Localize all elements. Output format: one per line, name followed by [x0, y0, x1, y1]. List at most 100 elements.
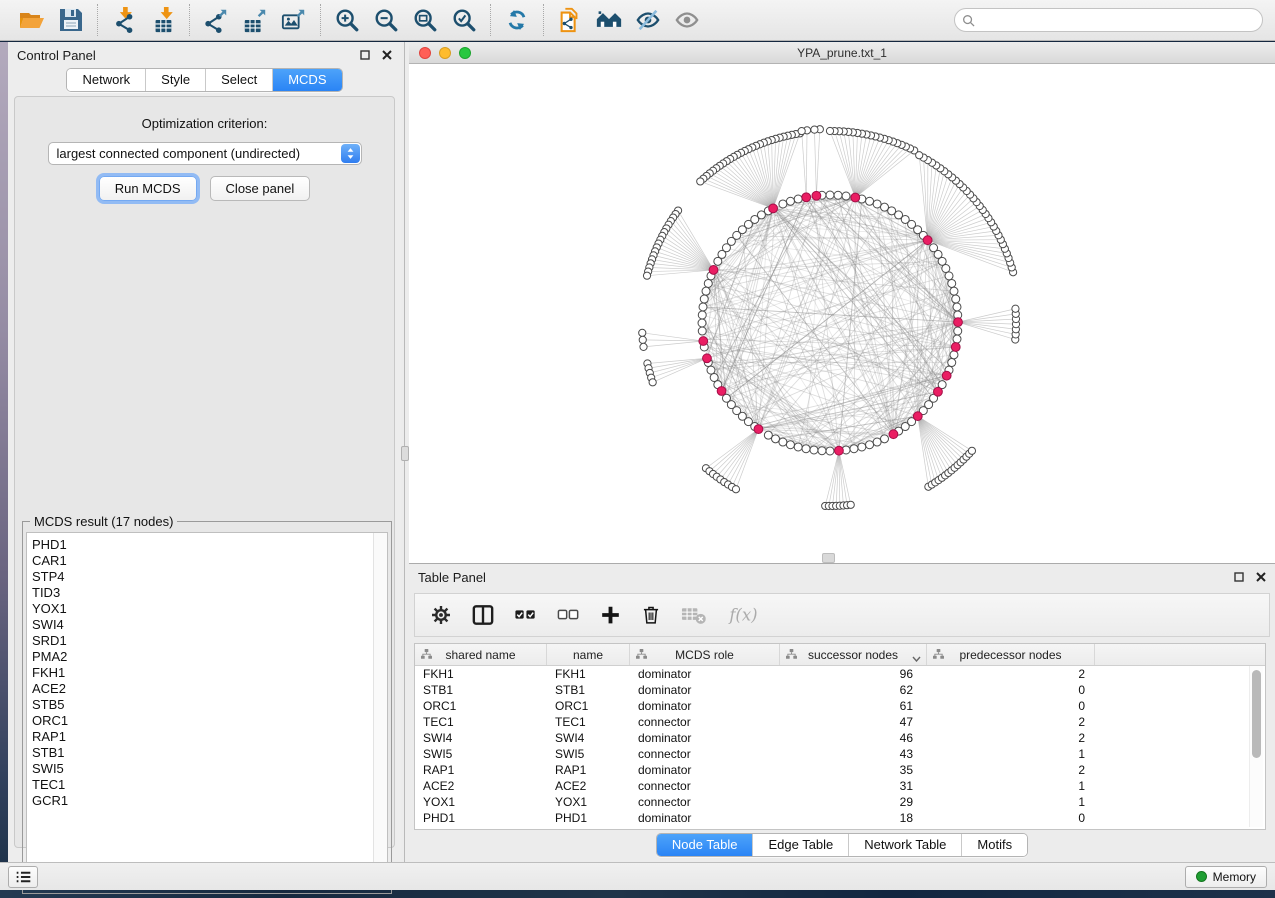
mcds-result-item[interactable]: STB5 [32, 697, 373, 713]
panel-splitter[interactable] [401, 42, 409, 862]
mcds-result-item[interactable]: CAR1 [32, 553, 373, 569]
window-close-button[interactable] [419, 47, 431, 59]
export-table-icon[interactable] [240, 5, 270, 35]
delete-row-icon[interactable] [641, 603, 661, 627]
task-history-button[interactable] [8, 866, 38, 888]
table-scrollbar[interactable] [1249, 666, 1263, 827]
table-cell: FKH1 [547, 667, 630, 681]
network-graph[interactable] [409, 64, 1275, 564]
tab-select[interactable]: Select [205, 69, 272, 91]
column-header-name[interactable]: name [547, 644, 630, 665]
network-canvas[interactable] [409, 64, 1275, 564]
table-cell: 18 [780, 811, 927, 825]
refresh-icon[interactable] [502, 5, 532, 35]
search-box[interactable] [954, 8, 1263, 32]
import-network-icon[interactable] [109, 5, 139, 35]
select-all-icon[interactable] [514, 603, 537, 627]
table-row[interactable]: FKH1FKH1dominator962 [415, 666, 1265, 682]
desktop-wallpaper-left [0, 42, 8, 862]
tab-network[interactable]: Network [67, 69, 145, 91]
table-cell: 0 [927, 699, 1095, 713]
table-cell: ORC1 [415, 699, 547, 713]
control-panel-title: Control Panel [17, 48, 96, 63]
mcds-result-item[interactable]: ORC1 [32, 713, 373, 729]
tab-style[interactable]: Style [145, 69, 205, 91]
attribute-icon [636, 649, 647, 663]
hide-selected-icon[interactable] [633, 5, 663, 35]
network-titlebar[interactable]: YPA_prune.txt_1 [409, 42, 1275, 64]
column-header-shared-name[interactable]: shared name [415, 644, 547, 665]
zoom-in-icon[interactable] [332, 5, 362, 35]
table-tab-motifs[interactable]: Motifs [961, 834, 1027, 856]
split-panel-icon[interactable] [472, 603, 494, 627]
add-row-icon[interactable] [600, 603, 621, 627]
table-cell: 62 [780, 683, 927, 697]
column-header-successor-nodes[interactable]: successor nodes [780, 644, 927, 665]
run-mcds-button[interactable]: Run MCDS [99, 176, 197, 201]
table-tab-edge-table[interactable]: Edge Table [752, 834, 848, 856]
attribute-icon [786, 649, 797, 663]
import-table-icon[interactable] [148, 5, 178, 35]
float-panel-icon[interactable] [359, 50, 370, 61]
save-icon[interactable] [56, 5, 86, 35]
mcds-result-item[interactable]: PMA2 [32, 649, 373, 665]
show-all-icon[interactable] [672, 5, 702, 35]
close-panel-icon[interactable] [381, 50, 392, 61]
table-scrollbar-thumb[interactable] [1252, 670, 1261, 758]
splitter-handle[interactable] [401, 446, 409, 461]
mcds-result-item[interactable]: GCR1 [32, 793, 373, 809]
table-panel: Table Panel f(x) shared namenameMCDS rol… [409, 563, 1275, 862]
zoom-selected-icon[interactable] [449, 5, 479, 35]
column-header-MCDS-role[interactable]: MCDS role [630, 644, 780, 665]
table-tab-node-table[interactable]: Node Table [657, 834, 753, 856]
table-cell: 1 [927, 779, 1095, 793]
table-cell: connector [630, 747, 780, 761]
tab-mcds[interactable]: MCDS [272, 69, 341, 91]
window-zoom-button[interactable] [459, 47, 471, 59]
mcds-result-item[interactable]: STB1 [32, 745, 373, 761]
settings-icon[interactable] [430, 603, 452, 627]
mcds-result-item[interactable]: YOX1 [32, 601, 373, 617]
mcds-result-item[interactable]: RAP1 [32, 729, 373, 745]
deselect-all-icon[interactable] [557, 603, 580, 627]
mcds-result-item[interactable]: FKH1 [32, 665, 373, 681]
mcds-result-item[interactable]: SRD1 [32, 633, 373, 649]
column-header-predecessor-nodes[interactable]: predecessor nodes [927, 644, 1095, 665]
mcds-list-scrollbar[interactable] [373, 533, 387, 889]
zoom-out-icon[interactable] [371, 5, 401, 35]
close-panel-button[interactable]: Close panel [210, 176, 311, 201]
export-image-icon[interactable] [279, 5, 309, 35]
search-input[interactable] [979, 12, 1255, 28]
table-row[interactable]: SWI4SWI4dominator462 [415, 730, 1265, 746]
canvas-splitter-handle[interactable] [822, 553, 835, 563]
export-network-icon[interactable] [201, 5, 231, 35]
mcds-result-item[interactable]: TID3 [32, 585, 373, 601]
zoom-fit-icon[interactable] [410, 5, 440, 35]
memory-button[interactable]: Memory [1185, 866, 1267, 888]
table-cell: 31 [780, 779, 927, 793]
mcds-result-item[interactable]: SWI5 [32, 761, 373, 777]
table-cell: 1 [927, 747, 1095, 761]
table-row[interactable]: ORC1ORC1dominator610 [415, 698, 1265, 714]
table-row[interactable]: YOX1YOX1connector291 [415, 794, 1265, 810]
float-table-panel-icon[interactable] [1233, 572, 1244, 583]
open-folder-icon[interactable] [17, 5, 47, 35]
table-tab-network-table[interactable]: Network Table [848, 834, 961, 856]
mcds-result-item[interactable]: TEC1 [32, 777, 373, 793]
mcds-result-item[interactable]: STP4 [32, 569, 373, 585]
table-row[interactable]: RAP1RAP1dominator352 [415, 762, 1265, 778]
table-row[interactable]: SWI5SWI5connector431 [415, 746, 1265, 762]
optimization-criterion-select[interactable]: largest connected component (undirected) [48, 142, 362, 165]
share-document-icon[interactable] [555, 5, 585, 35]
table-row[interactable]: STB1STB1dominator620 [415, 682, 1265, 698]
mcds-result-item[interactable]: PHD1 [32, 537, 373, 553]
table-row[interactable]: TEC1TEC1connector472 [415, 714, 1265, 730]
table-row[interactable]: ACE2ACE2connector311 [415, 778, 1265, 794]
first-neighbors-icon[interactable] [594, 5, 624, 35]
window-minimize-button[interactable] [439, 47, 451, 59]
node-table: shared namenameMCDS rolesuccessor nodesp… [414, 643, 1266, 830]
close-table-panel-icon[interactable] [1255, 572, 1266, 583]
table-row[interactable]: PHD1PHD1dominator180 [415, 810, 1265, 826]
mcds-result-item[interactable]: ACE2 [32, 681, 373, 697]
mcds-result-item[interactable]: SWI4 [32, 617, 373, 633]
